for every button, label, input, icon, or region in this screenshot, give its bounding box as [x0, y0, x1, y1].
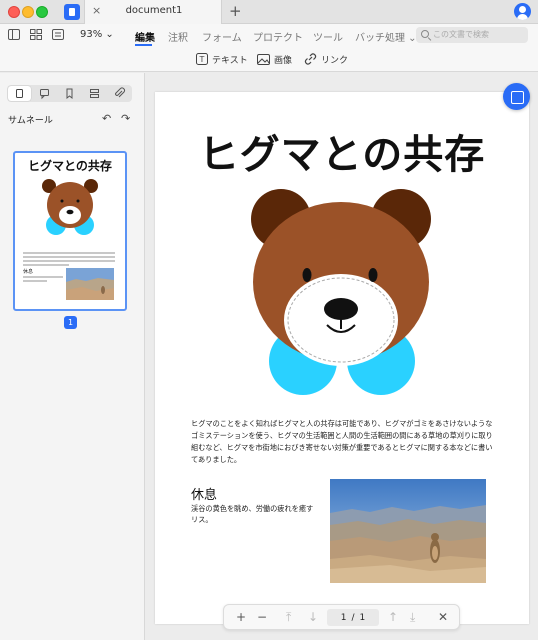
- thumbnail-section-text: [23, 276, 63, 282]
- total-pages: 1: [359, 612, 366, 623]
- sidebar-toggle-icon[interactable]: [8, 29, 20, 40]
- add-image-label: 画像: [274, 55, 293, 66]
- page-layout-icon[interactable]: [52, 29, 64, 40]
- add-text-label: テキスト: [212, 55, 248, 66]
- title-bar: × document1 +: [0, 0, 538, 24]
- image-icon: [257, 53, 270, 65]
- last-page-button[interactable]: ⤓: [410, 610, 415, 625]
- document-body-text[interactable]: ヒグマのことをよく知ればヒグマと人の共存は可能であり、ヒグマがゴミをあさけないよ…: [191, 418, 493, 466]
- text-icon: T: [196, 53, 208, 65]
- tab-title: document1: [125, 5, 183, 16]
- section-title[interactable]: 休息: [191, 484, 217, 503]
- sidebar-tab-attachments[interactable]: [108, 86, 131, 101]
- main-toolbar: 93% ⌄ 編集 注釈 フォーム プロテクト ツール バッチ処理 ⌄ この文書で…: [0, 24, 538, 46]
- first-page-button[interactable]: ⤒: [286, 610, 291, 625]
- bookmark-icon: [66, 88, 73, 100]
- thumbnail-title: ヒグマとの共存: [28, 159, 112, 173]
- thumbnail-body-text: [23, 252, 115, 266]
- sidebar-tab-group: [7, 85, 132, 102]
- fullscreen-window-button[interactable]: [36, 6, 48, 18]
- document-title[interactable]: ヒグマとの共存: [155, 122, 529, 180]
- thumbnail-section-title: 休息: [23, 269, 34, 275]
- app-logo-icon[interactable]: [64, 4, 80, 20]
- tab-tools[interactable]: ツール: [313, 29, 343, 44]
- paperclip-icon: [115, 87, 125, 98]
- document-tab[interactable]: × document1: [84, 0, 222, 24]
- current-page-input[interactable]: 1: [341, 613, 347, 623]
- svg-text:T: T: [199, 55, 205, 64]
- page-number-field[interactable]: 1 / 1: [327, 609, 379, 626]
- search-input[interactable]: この文書で検索: [433, 29, 489, 40]
- ai-assistant-button[interactable]: [503, 83, 530, 110]
- thumbnail-photo: [66, 268, 114, 300]
- next-page-button[interactable]: ↑: [388, 610, 398, 624]
- edit-subtoolbar: T テキスト 画像 リンク: [0, 46, 538, 72]
- thumbnail-panel-title: サムネール: [8, 116, 53, 126]
- comment-icon: [40, 89, 49, 100]
- sidebar-tab-comments[interactable]: [33, 86, 56, 101]
- page-navigation-bar: + − ⤒ ↓ 1 / 1 ↑ ⤓ ✕: [223, 604, 460, 630]
- zoom-out-button[interactable]: −: [257, 610, 267, 624]
- minimize-window-button[interactable]: [22, 6, 34, 18]
- thumbnail-bear: [42, 179, 98, 235]
- bear-illustration[interactable]: [247, 185, 437, 405]
- close-nav-button[interactable]: ✕: [438, 610, 448, 624]
- tab-annotate[interactable]: 注釈: [168, 29, 188, 44]
- page-thumbnail[interactable]: ヒグマとの共存 休息: [13, 151, 127, 311]
- add-text-button[interactable]: T テキスト: [196, 52, 248, 66]
- layers-icon: [90, 89, 99, 98]
- new-tab-button[interactable]: +: [229, 2, 242, 20]
- tab-batch[interactable]: バッチ処理 ⌄: [355, 29, 417, 44]
- rotate-right-icon[interactable]: ↷: [121, 112, 130, 125]
- tab-edit[interactable]: 編集: [135, 29, 155, 44]
- sidebar-tab-thumbnails[interactable]: [8, 86, 31, 101]
- add-link-button[interactable]: リンク: [304, 52, 348, 66]
- document-page[interactable]: ヒグマとの共存 ヒグマのことをよく知ればヒグマと人の共存は可能であり、ヒグマがゴ…: [155, 92, 529, 624]
- tab-protect[interactable]: プロテクト: [253, 29, 303, 44]
- canyon-squirrel-photo[interactable]: [330, 479, 486, 583]
- prev-page-button[interactable]: ↓: [308, 610, 318, 624]
- search-icon: [421, 30, 429, 38]
- tab-form[interactable]: フォーム: [202, 29, 242, 44]
- document-viewer: ヒグマとの共存 ヒグマのことをよく知ればヒグマと人の共存は可能であり、ヒグマがゴ…: [146, 73, 538, 640]
- page-separator: /: [351, 612, 355, 623]
- add-image-button[interactable]: 画像: [257, 52, 292, 66]
- section-body-text[interactable]: 渓谷の黄色を眺め、労働の疲れを癒すリス。: [191, 503, 319, 525]
- thumbnail-sidebar: サムネール ↶ ↷ ヒグマとの共存 休息 1: [0, 73, 145, 640]
- thumbnail-icon: [16, 89, 23, 98]
- search-box[interactable]: この文書で検索: [416, 27, 528, 43]
- grid-view-icon[interactable]: [30, 29, 42, 40]
- zoom-select[interactable]: 93% ⌄: [80, 29, 114, 40]
- rotate-left-icon[interactable]: ↶: [102, 112, 111, 125]
- sidebar-tab-bookmarks[interactable]: [58, 86, 81, 101]
- user-avatar-icon[interactable]: [514, 3, 531, 20]
- add-link-label: リンク: [321, 55, 349, 66]
- thumbnail-page-number: 1: [64, 316, 77, 329]
- sidebar-tab-layers[interactable]: [83, 86, 106, 101]
- link-icon: [304, 53, 317, 65]
- close-window-button[interactable]: [8, 6, 20, 18]
- zoom-in-button[interactable]: +: [236, 610, 246, 624]
